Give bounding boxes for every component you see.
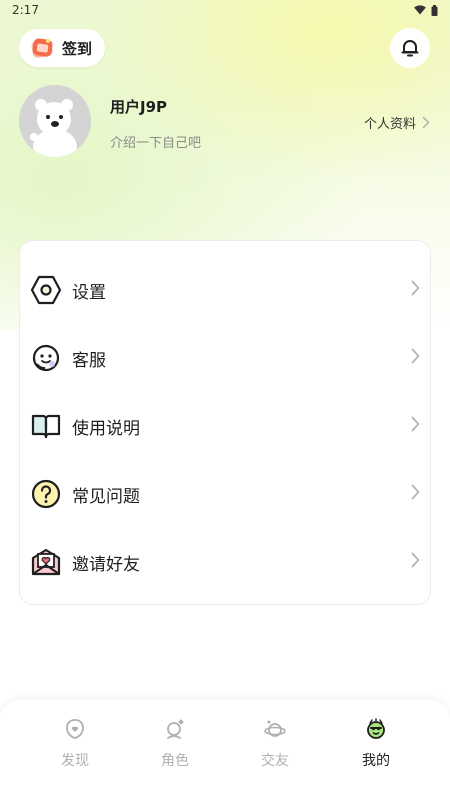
menu-item-customer-service[interactable]: 客服 [20, 324, 432, 392]
tab-label: 我的 [362, 753, 390, 769]
wifi-icon [414, 5, 426, 15]
menu-item-settings[interactable]: 设置 [20, 256, 432, 324]
menu-item-label: 使用说明 [72, 418, 140, 439]
tab-friends[interactable]: 交友 [235, 718, 315, 778]
faq-question-icon [30, 478, 62, 510]
discover-icon [64, 718, 86, 740]
profile-link-label: 个人资料 [363, 117, 416, 132]
chevron-right-icon [411, 484, 420, 500]
bottom-tab-bar: 发现 角色 交友 我的 [0, 700, 450, 800]
invite-envelope-icon [30, 546, 62, 578]
tab-discover[interactable]: 发现 [35, 718, 115, 778]
menu-item-label: 邀请好友 [72, 554, 140, 575]
tab-label: 交友 [261, 753, 289, 769]
notification-button[interactable] [390, 28, 430, 68]
tab-label: 角色 [161, 753, 189, 769]
chevron-right-icon [422, 116, 430, 129]
menu-item-invite[interactable]: 邀请好友 [20, 528, 432, 596]
character-icon [164, 718, 186, 740]
avatar[interactable] [19, 85, 91, 157]
menu-item-label: 常见问题 [72, 486, 140, 507]
bear-avatar-icon [19, 85, 91, 157]
checkin-icon [31, 38, 53, 58]
tab-character[interactable]: 角色 [135, 718, 215, 778]
menu-item-manual[interactable]: 使用说明 [20, 392, 432, 460]
friends-planet-icon [264, 718, 286, 740]
chevron-right-icon [411, 416, 420, 432]
settings-hex-icon [30, 274, 62, 306]
status-bar: 2:17 [0, 0, 450, 20]
checkin-label: 签到 [62, 39, 93, 58]
bell-icon [401, 40, 419, 57]
checkin-button[interactable]: 签到 [19, 29, 105, 67]
chevron-right-icon [411, 280, 420, 296]
chevron-right-icon [411, 348, 420, 364]
bio-text[interactable]: 介绍一下自己吧 [110, 132, 201, 151]
menu-item-faq[interactable]: 常见问题 [20, 460, 432, 528]
username: 用户J9P [110, 98, 168, 116]
status-time: 2:17 [12, 3, 39, 17]
menu-card: 设置 客服 使用说明 常见问题 邀请好友 [19, 240, 431, 605]
chevron-right-icon [411, 552, 420, 568]
menu-item-label: 设置 [72, 282, 106, 303]
tab-me[interactable]: 我的 [336, 718, 416, 778]
manual-book-icon [30, 410, 62, 442]
battery-icon [431, 4, 438, 16]
me-icon [365, 718, 387, 740]
customer-service-icon [30, 342, 62, 374]
profile-link[interactable]: 个人资料 [364, 113, 430, 132]
menu-item-label: 客服 [72, 350, 106, 371]
tab-label: 发现 [61, 753, 89, 769]
status-icons [414, 4, 438, 16]
